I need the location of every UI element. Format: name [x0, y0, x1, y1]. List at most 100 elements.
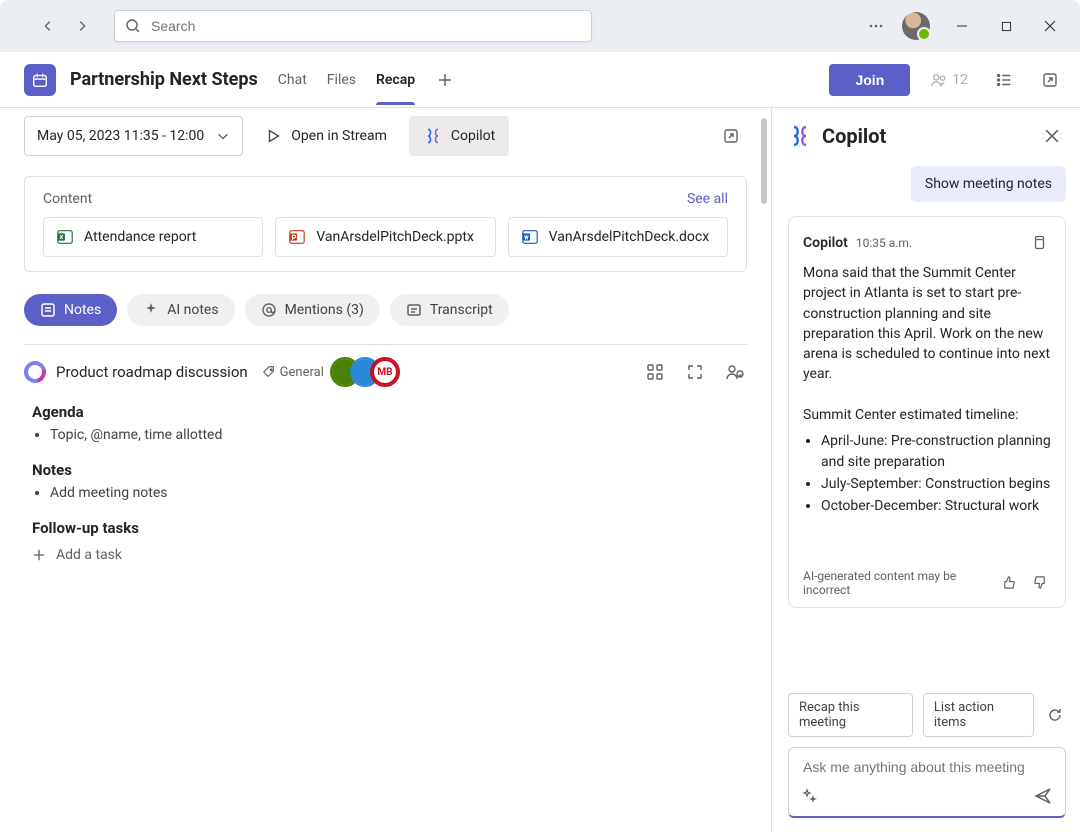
- minimize-button[interactable]: [940, 4, 984, 48]
- timeline-item: April-June: Pre-construction planning an…: [821, 431, 1051, 472]
- show-meeting-notes-chip[interactable]: Show meeting notes: [911, 166, 1066, 202]
- notes-area: Product roadmap discussion General MB: [24, 344, 747, 563]
- send-icon: [1033, 786, 1053, 806]
- tab-chat[interactable]: Chat: [278, 56, 307, 104]
- content-card: Content See all Attendance report VanArs…: [24, 176, 747, 272]
- suggestion-action-items[interactable]: List action items: [923, 693, 1034, 737]
- tasks-button[interactable]: [988, 64, 1020, 96]
- search-box[interactable]: [114, 10, 592, 42]
- maximize-button[interactable]: [984, 4, 1028, 48]
- pill-mentions-label: Mentions (3): [285, 302, 364, 318]
- tag-general[interactable]: General: [262, 365, 324, 380]
- content-heading: Content: [43, 191, 92, 207]
- copilot-title: Copilot: [822, 124, 886, 148]
- sparkle-icon: [143, 302, 159, 318]
- apps-button[interactable]: [643, 360, 667, 384]
- agenda-list[interactable]: Topic, @name, time allotted: [32, 427, 747, 443]
- thumbs-down-button[interactable]: [1029, 572, 1051, 594]
- close-icon: [1045, 129, 1059, 143]
- file-attendance-report[interactable]: Attendance report: [43, 217, 263, 257]
- copy-message-button[interactable]: [1027, 231, 1051, 255]
- meeting-title: Partnership Next Steps: [70, 69, 258, 90]
- notes-list[interactable]: Add meeting notes: [32, 485, 747, 501]
- pill-notes[interactable]: Notes: [24, 294, 117, 326]
- add-task-label: Add a task: [56, 547, 122, 563]
- fullscreen-button[interactable]: [683, 360, 707, 384]
- fullscreen-icon: [686, 363, 704, 381]
- copilot-icon: [423, 126, 443, 146]
- share-people-button[interactable]: [723, 360, 747, 384]
- notes-item[interactable]: Add meeting notes: [50, 485, 747, 501]
- pill-ai-notes-label: AI notes: [167, 302, 218, 318]
- back-button[interactable]: [32, 10, 64, 42]
- date-range-dropdown[interactable]: May 05, 2023 11:35 - 12:00: [24, 116, 243, 156]
- copilot-toggle-button[interactable]: Copilot: [409, 116, 509, 156]
- copilot-toggle-label: Copilot: [451, 128, 495, 144]
- plus-icon: [32, 548, 46, 562]
- people-icon: [930, 71, 948, 89]
- notes-icon: [40, 302, 56, 318]
- more-horizontal-icon: [868, 18, 884, 34]
- meeting-icon: [24, 64, 56, 96]
- copilot-input-box[interactable]: [788, 747, 1066, 818]
- pill-mentions[interactable]: Mentions (3): [245, 294, 380, 326]
- participants-count: 12: [952, 72, 968, 88]
- open-in-stream-button[interactable]: Open in Stream: [255, 116, 397, 156]
- popout-icon: [723, 128, 739, 144]
- agenda-item[interactable]: Topic, @name, time allotted: [50, 427, 747, 443]
- app-header: Partnership Next Steps Chat Files Recap …: [0, 52, 1080, 108]
- search-icon: [125, 18, 141, 34]
- discussion-title: Product roadmap discussion: [56, 363, 248, 381]
- refresh-icon: [1047, 707, 1063, 723]
- join-button[interactable]: Join: [829, 64, 910, 96]
- refresh-suggestions-button[interactable]: [1044, 703, 1066, 727]
- recap-pane: May 05, 2023 11:35 - 12:00 Open in Strea…: [0, 108, 772, 832]
- body: May 05, 2023 11:35 - 12:00 Open in Strea…: [0, 108, 1080, 832]
- add-task-button[interactable]: Add a task: [32, 547, 747, 563]
- thumbs-up-icon: [1001, 575, 1016, 590]
- add-tab-button[interactable]: [429, 64, 461, 96]
- message-author: Copilot: [803, 235, 848, 251]
- popout-header-button[interactable]: [1034, 64, 1066, 96]
- copilot-header: Copilot: [788, 122, 1066, 150]
- ai-disclaimer-row: AI-generated content may be incorrect: [803, 569, 1051, 597]
- chevron-right-icon: [75, 19, 89, 33]
- notes-heading: Notes: [32, 461, 747, 479]
- file-pitchdeck-docx[interactable]: VanArsdelPitchDeck.docx: [508, 217, 728, 257]
- chevron-down-icon: [216, 129, 230, 143]
- facepile[interactable]: MB: [338, 359, 398, 385]
- tabs: Chat Files Recap: [278, 56, 415, 104]
- search-input[interactable]: [149, 17, 581, 35]
- timeline-item: October-December: Structural work: [821, 496, 1051, 516]
- pill-ai-notes[interactable]: AI notes: [127, 294, 234, 326]
- agenda-heading: Agenda: [32, 403, 747, 421]
- current-user-avatar[interactable]: [902, 12, 930, 40]
- file-name: VanArsdelPitchDeck.pptx: [316, 229, 474, 245]
- tab-recap[interactable]: Recap: [376, 56, 415, 104]
- message-body: Mona said that the Summit Center project…: [803, 263, 1051, 517]
- thumbs-up-button[interactable]: [997, 572, 1019, 594]
- copilot-input[interactable]: [801, 758, 1053, 776]
- see-all-link[interactable]: See all: [687, 191, 728, 207]
- timeline-heading: Summit Center estimated timeline:: [803, 407, 1018, 423]
- notes-header-row: Product roadmap discussion General MB: [24, 359, 747, 385]
- more-button[interactable]: [860, 10, 892, 42]
- close-window-button[interactable]: [1028, 4, 1072, 48]
- send-button[interactable]: [1033, 786, 1053, 806]
- tab-files[interactable]: Files: [327, 56, 356, 104]
- forward-button[interactable]: [66, 10, 98, 42]
- file-pitchdeck-pptx[interactable]: VanArsdelPitchDeck.pptx: [275, 217, 495, 257]
- close-icon: [1044, 20, 1056, 32]
- sparkle-icon[interactable]: [801, 788, 817, 804]
- participants-button[interactable]: 12: [924, 71, 974, 89]
- copilot-close-button[interactable]: [1038, 122, 1066, 150]
- suggestion-recap[interactable]: Recap this meeting: [788, 693, 913, 737]
- timeline-item: July-September: Construction begins: [821, 474, 1051, 494]
- popout-recap-button[interactable]: [715, 120, 747, 152]
- pill-transcript-label: Transcript: [430, 302, 493, 318]
- tag-icon: [262, 365, 276, 379]
- pill-transcript[interactable]: Transcript: [390, 294, 509, 326]
- scrollbar[interactable]: [761, 118, 767, 204]
- copy-icon: [1031, 235, 1047, 251]
- copilot-pane: Copilot Show meeting notes Copilot 10:35…: [772, 108, 1080, 832]
